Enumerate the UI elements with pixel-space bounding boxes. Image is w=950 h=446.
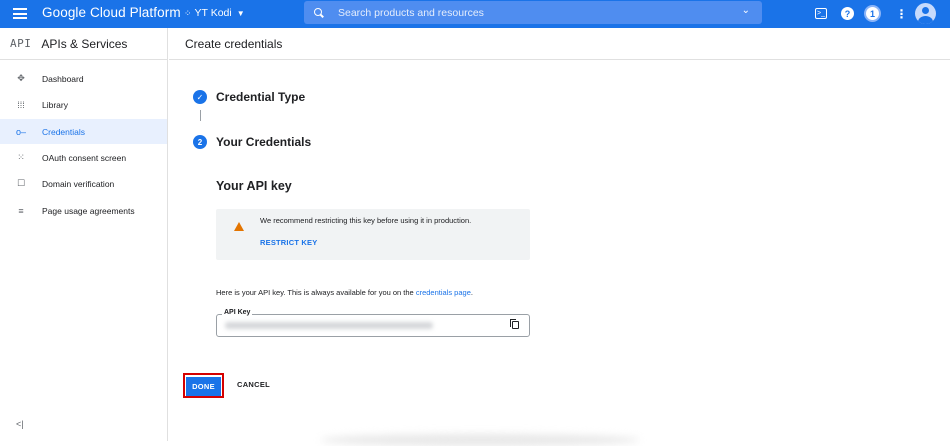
chevron-down-icon: ▼: [236, 8, 245, 18]
oauth-icon: ⁙: [17, 152, 25, 162]
step-label: Credential Type: [216, 90, 306, 104]
search-icon: [314, 7, 324, 18]
domain-icon: ☐: [16, 178, 26, 188]
more-options-icon[interactable]: ⋮: [895, 7, 908, 21]
project-icon: ⁘: [184, 7, 191, 18]
collapse-sidebar-icon[interactable]: <|: [16, 419, 24, 429]
brand-title[interactable]: Google Cloud Platform: [42, 5, 181, 20]
done-button[interactable]: DONE: [186, 377, 221, 396]
sidebar-title: APIs & Services: [41, 36, 128, 51]
sidebar-item-label: Domain verification: [42, 178, 115, 189]
page-title: Create credentials: [185, 36, 283, 51]
page-header: Create credentials: [169, 28, 950, 60]
search-input[interactable]: [338, 6, 718, 19]
cancel-button[interactable]: CANCEL: [237, 380, 270, 389]
sidebar: API APIs & Services ✥ Dashboard ⁞⁞⁞ Libr…: [0, 28, 168, 441]
project-selector[interactable]: ⁘ YT Kodi ▼: [184, 7, 245, 19]
step-label: Your Credentials: [216, 135, 312, 149]
sidebar-item-label: Library: [42, 99, 68, 110]
done-button-highlight: DONE: [183, 373, 224, 398]
step-connector: [200, 110, 201, 121]
sidebar-item-label: Page usage agreements: [42, 205, 135, 216]
restriction-warning: We recommend restricting this key before…: [216, 209, 530, 260]
top-app-bar: Google Cloud Platform ⁘ YT Kodi ▼ ⌄ >_ ?…: [0, 0, 950, 28]
info-end: .: [470, 288, 473, 297]
avatar[interactable]: [915, 3, 936, 24]
search-bar[interactable]: ⌄: [304, 1, 762, 24]
check-icon: ✓: [193, 90, 207, 104]
sidebar-item-oauth-consent-screen[interactable]: ⁙ OAuth consent screen: [0, 145, 167, 170]
menu-icon[interactable]: [13, 8, 27, 19]
sidebar-item-credentials[interactable]: o‒ Credentials: [0, 119, 167, 144]
step-number-badge: 2: [193, 135, 207, 149]
credentials-page-link[interactable]: credentials page: [416, 288, 471, 297]
project-name: YT Kodi: [194, 7, 232, 19]
copy-icon[interactable]: [510, 319, 519, 329]
library-icon: ⁞⁞⁞: [17, 99, 25, 110]
notifications-icon[interactable]: 1: [864, 5, 881, 22]
bottom-shadow: [320, 434, 640, 446]
api-key-info: Here is your API key. This is always ava…: [216, 288, 473, 297]
sidebar-item-dashboard[interactable]: ✥ Dashboard: [0, 66, 167, 91]
key-icon: o‒: [16, 126, 27, 137]
expand-search-icon[interactable]: ⌄: [742, 5, 750, 16]
warning-text: We recommend restricting this key before…: [260, 216, 472, 225]
sidebar-item-label: Credentials: [42, 126, 85, 137]
api-logo-icon: API: [10, 37, 32, 50]
sidebar-item-page-usage-agreements[interactable]: ≡ Page usage agreements: [0, 198, 167, 223]
sidebar-item-domain-verification[interactable]: ☐ Domain verification: [0, 171, 167, 196]
info-text: Here is your API key. This is always ava…: [216, 288, 414, 297]
dashboard-icon: ✥: [17, 73, 25, 83]
help-icon[interactable]: ?: [841, 7, 854, 20]
api-key-field[interactable]: API Key: [216, 309, 530, 337]
step-your-credentials: 2 Your Credentials: [193, 135, 311, 149]
sidebar-header: API APIs & Services: [0, 28, 167, 60]
sidebar-item-label: OAuth consent screen: [42, 152, 127, 163]
restrict-key-button[interactable]: RESTRICT KEY: [260, 238, 317, 247]
agreements-icon: ≡: [18, 205, 24, 216]
api-key-label: API Key: [222, 309, 253, 316]
cloud-shell-icon[interactable]: >_: [815, 8, 827, 19]
api-key-heading: Your API key: [216, 179, 292, 193]
step-credential-type: ✓ Credential Type: [193, 90, 305, 104]
sidebar-item-library[interactable]: ⁞⁞⁞ Library: [0, 92, 167, 117]
warning-icon: [234, 222, 244, 231]
sidebar-item-label: Dashboard: [42, 73, 84, 84]
api-key-value-redacted: [225, 322, 433, 329]
